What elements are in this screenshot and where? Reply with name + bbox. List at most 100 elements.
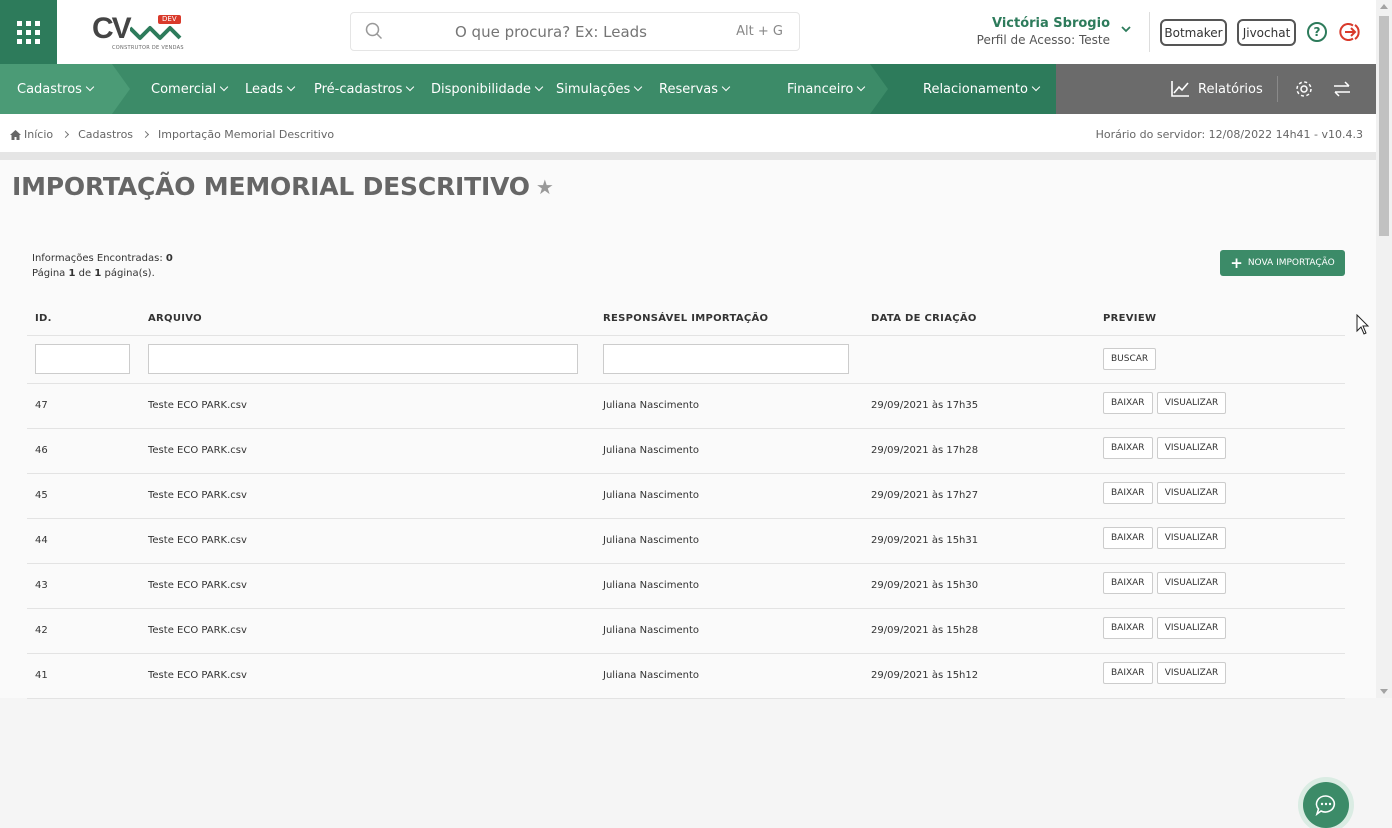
chevron-down-icon[interactable]: [1120, 26, 1132, 34]
cell-owner: Juliana Nascimento: [595, 563, 863, 609]
logo-wave-icon: [130, 26, 182, 40]
logo-badge: DEV: [158, 15, 181, 24]
cell-preview: BAIXAR VISUALIZAR: [1095, 473, 1345, 519]
nav-relatorios[interactable]: Relatórios: [1170, 64, 1263, 114]
cell-owner: Juliana Nascimento: [595, 383, 863, 429]
column-header-file[interactable]: ARQUIVO: [140, 302, 595, 336]
help-icon[interactable]: ?: [1307, 22, 1327, 42]
nav-comercial[interactable]: Comercial: [151, 64, 229, 114]
page-title: IMPORTAÇÃO MEMORIAL DESCRITIVO ★: [12, 172, 554, 201]
breadcrumb-current: Importação Memorial Descritivo: [158, 128, 335, 141]
filter-owner-input[interactable]: [603, 344, 849, 374]
filter-file-input[interactable]: [148, 344, 578, 374]
logo[interactable]: CV DEV CONSTRUTOR DE VENDAS: [86, 12, 186, 54]
view-button[interactable]: VISUALIZAR: [1156, 571, 1227, 594]
cell-id: 43: [27, 563, 140, 609]
mouse-cursor-icon: [1356, 314, 1370, 335]
apps-menu-button[interactable]: [0, 0, 57, 64]
chevron-down-icon: [406, 82, 415, 92]
chevron-down-icon: [534, 82, 544, 92]
nav-reservas[interactable]: Reservas: [659, 64, 731, 114]
cell-id: 44: [27, 518, 140, 564]
global-search[interactable]: Alt + G: [350, 12, 800, 51]
view-button[interactable]: VISUALIZAR: [1156, 391, 1227, 414]
breadcrumb-home[interactable]: Início: [24, 128, 53, 141]
table-row: 45 Teste ECO PARK.csv Juliana Nascimento 29…: [27, 473, 1345, 519]
table-row: 42 Teste ECO PARK.csv Juliana Nascimento 29…: [27, 608, 1345, 654]
download-button[interactable]: BAIXAR: [1103, 391, 1153, 414]
view-button[interactable]: VISUALIZAR: [1156, 661, 1227, 684]
cell-id: 47: [27, 383, 140, 429]
breadcrumb-cadastros[interactable]: Cadastros: [78, 128, 133, 141]
logout-icon[interactable]: [1339, 21, 1361, 43]
search-icon: [365, 22, 383, 40]
cell-preview: BAIXAR VISUALIZAR: [1095, 653, 1345, 699]
view-button[interactable]: VISUALIZAR: [1156, 481, 1227, 504]
table-row: 44 Teste ECO PARK.csv Juliana Nascimento 29…: [27, 518, 1345, 564]
cell-date: 29/09/2021 às 15h30: [863, 563, 1095, 609]
download-button[interactable]: BAIXAR: [1103, 481, 1153, 504]
cell-owner: Juliana Nascimento: [595, 473, 863, 519]
scrollbar-thumb[interactable]: [1379, 16, 1389, 236]
filter-id-input[interactable]: [35, 344, 130, 374]
nav-label: Cadastros: [17, 81, 82, 97]
chevron-down-icon: [1031, 82, 1041, 92]
download-button[interactable]: BAIXAR: [1103, 661, 1153, 684]
nav-relacionamento[interactable]: Relacionamento: [923, 64, 1041, 114]
cell-file: Teste ECO PARK.csv: [140, 383, 595, 429]
grid-icon: [17, 20, 40, 44]
view-button[interactable]: VISUALIZAR: [1156, 526, 1227, 549]
chevron-down-icon: [219, 82, 229, 92]
found-count: 0: [165, 253, 173, 264]
cell-file: Teste ECO PARK.csv: [140, 518, 595, 564]
user-menu[interactable]: Victória Sbrogio Perfil de Acesso: Teste: [960, 16, 1110, 48]
chat-button[interactable]: [1303, 782, 1349, 828]
scroll-up-icon[interactable]: [1380, 4, 1388, 9]
page-total: 1: [94, 268, 102, 279]
cell-file: Teste ECO PARK.csv: [140, 563, 595, 609]
botmaker-button[interactable]: Botmaker: [1160, 19, 1227, 46]
cell-date: 29/09/2021 às 15h28: [863, 608, 1095, 654]
download-button[interactable]: BAIXAR: [1103, 616, 1153, 639]
page-scrollbar[interactable]: [1376, 0, 1392, 698]
divider: [1149, 12, 1150, 52]
page-title-text: IMPORTAÇÃO MEMORIAL DESCRITIVO: [12, 172, 530, 201]
search-button[interactable]: BUSCAR: [1103, 348, 1157, 370]
view-button[interactable]: VISUALIZAR: [1156, 436, 1227, 459]
page-of: de: [78, 268, 92, 279]
nav-pre-cadastros[interactable]: Pré-cadastros: [314, 64, 415, 114]
new-import-button[interactable]: + NOVA IMPORTAÇÃO: [1220, 250, 1345, 276]
nav-leads[interactable]: Leads: [245, 64, 296, 114]
search-input[interactable]: [391, 21, 711, 43]
filter-date-empty: [863, 335, 1095, 384]
server-time: Horário do servidor: 12/08/2022 14h41 - …: [1095, 128, 1363, 141]
nav-label: Simulações: [556, 81, 631, 97]
top-bar: CV DEV CONSTRUTOR DE VENDAS Alt + G Vict…: [0, 0, 1392, 64]
scroll-down-icon[interactable]: [1380, 689, 1388, 694]
column-header-owner[interactable]: RESPONSÁVEL IMPORTAÇÃO: [595, 302, 863, 336]
cell-preview: BAIXAR VISUALIZAR: [1095, 518, 1345, 564]
imports-table: ID. ARQUIVO RESPONSÁVEL IMPORTAÇÃO DATA …: [27, 302, 1345, 699]
nav-financeiro[interactable]: Financeiro: [787, 64, 866, 114]
chevron-down-icon: [85, 82, 95, 92]
download-button[interactable]: BAIXAR: [1103, 436, 1153, 459]
download-button[interactable]: BAIXAR: [1103, 526, 1153, 549]
nav-label: Reservas: [659, 81, 718, 97]
column-header-date[interactable]: DATA DE CRIAÇÃO: [863, 302, 1095, 336]
main-content: IMPORTAÇÃO MEMORIAL DESCRITIVO ★ Informa…: [0, 160, 1376, 828]
column-header-id[interactable]: ID.: [27, 302, 140, 336]
cell-file: Teste ECO PARK.csv: [140, 608, 595, 654]
jivochat-button[interactable]: Jivochat: [1237, 19, 1296, 46]
nav-cadastros[interactable]: Cadastros: [17, 64, 95, 114]
favorite-star-icon[interactable]: ★: [536, 175, 554, 199]
gear-icon[interactable]: [1295, 80, 1313, 98]
nav-label: Pré-cadastros: [314, 81, 403, 97]
chevron-down-icon: [286, 82, 296, 92]
view-button[interactable]: VISUALIZAR: [1156, 616, 1227, 639]
swap-icon[interactable]: [1333, 81, 1351, 97]
nav-simulacoes[interactable]: Simulações: [556, 64, 643, 114]
nav-disponibilidade[interactable]: Disponibilidade: [431, 64, 544, 114]
filter-row: BUSCAR: [27, 335, 1345, 384]
download-button[interactable]: BAIXAR: [1103, 571, 1153, 594]
cell-owner: Juliana Nascimento: [595, 428, 863, 474]
